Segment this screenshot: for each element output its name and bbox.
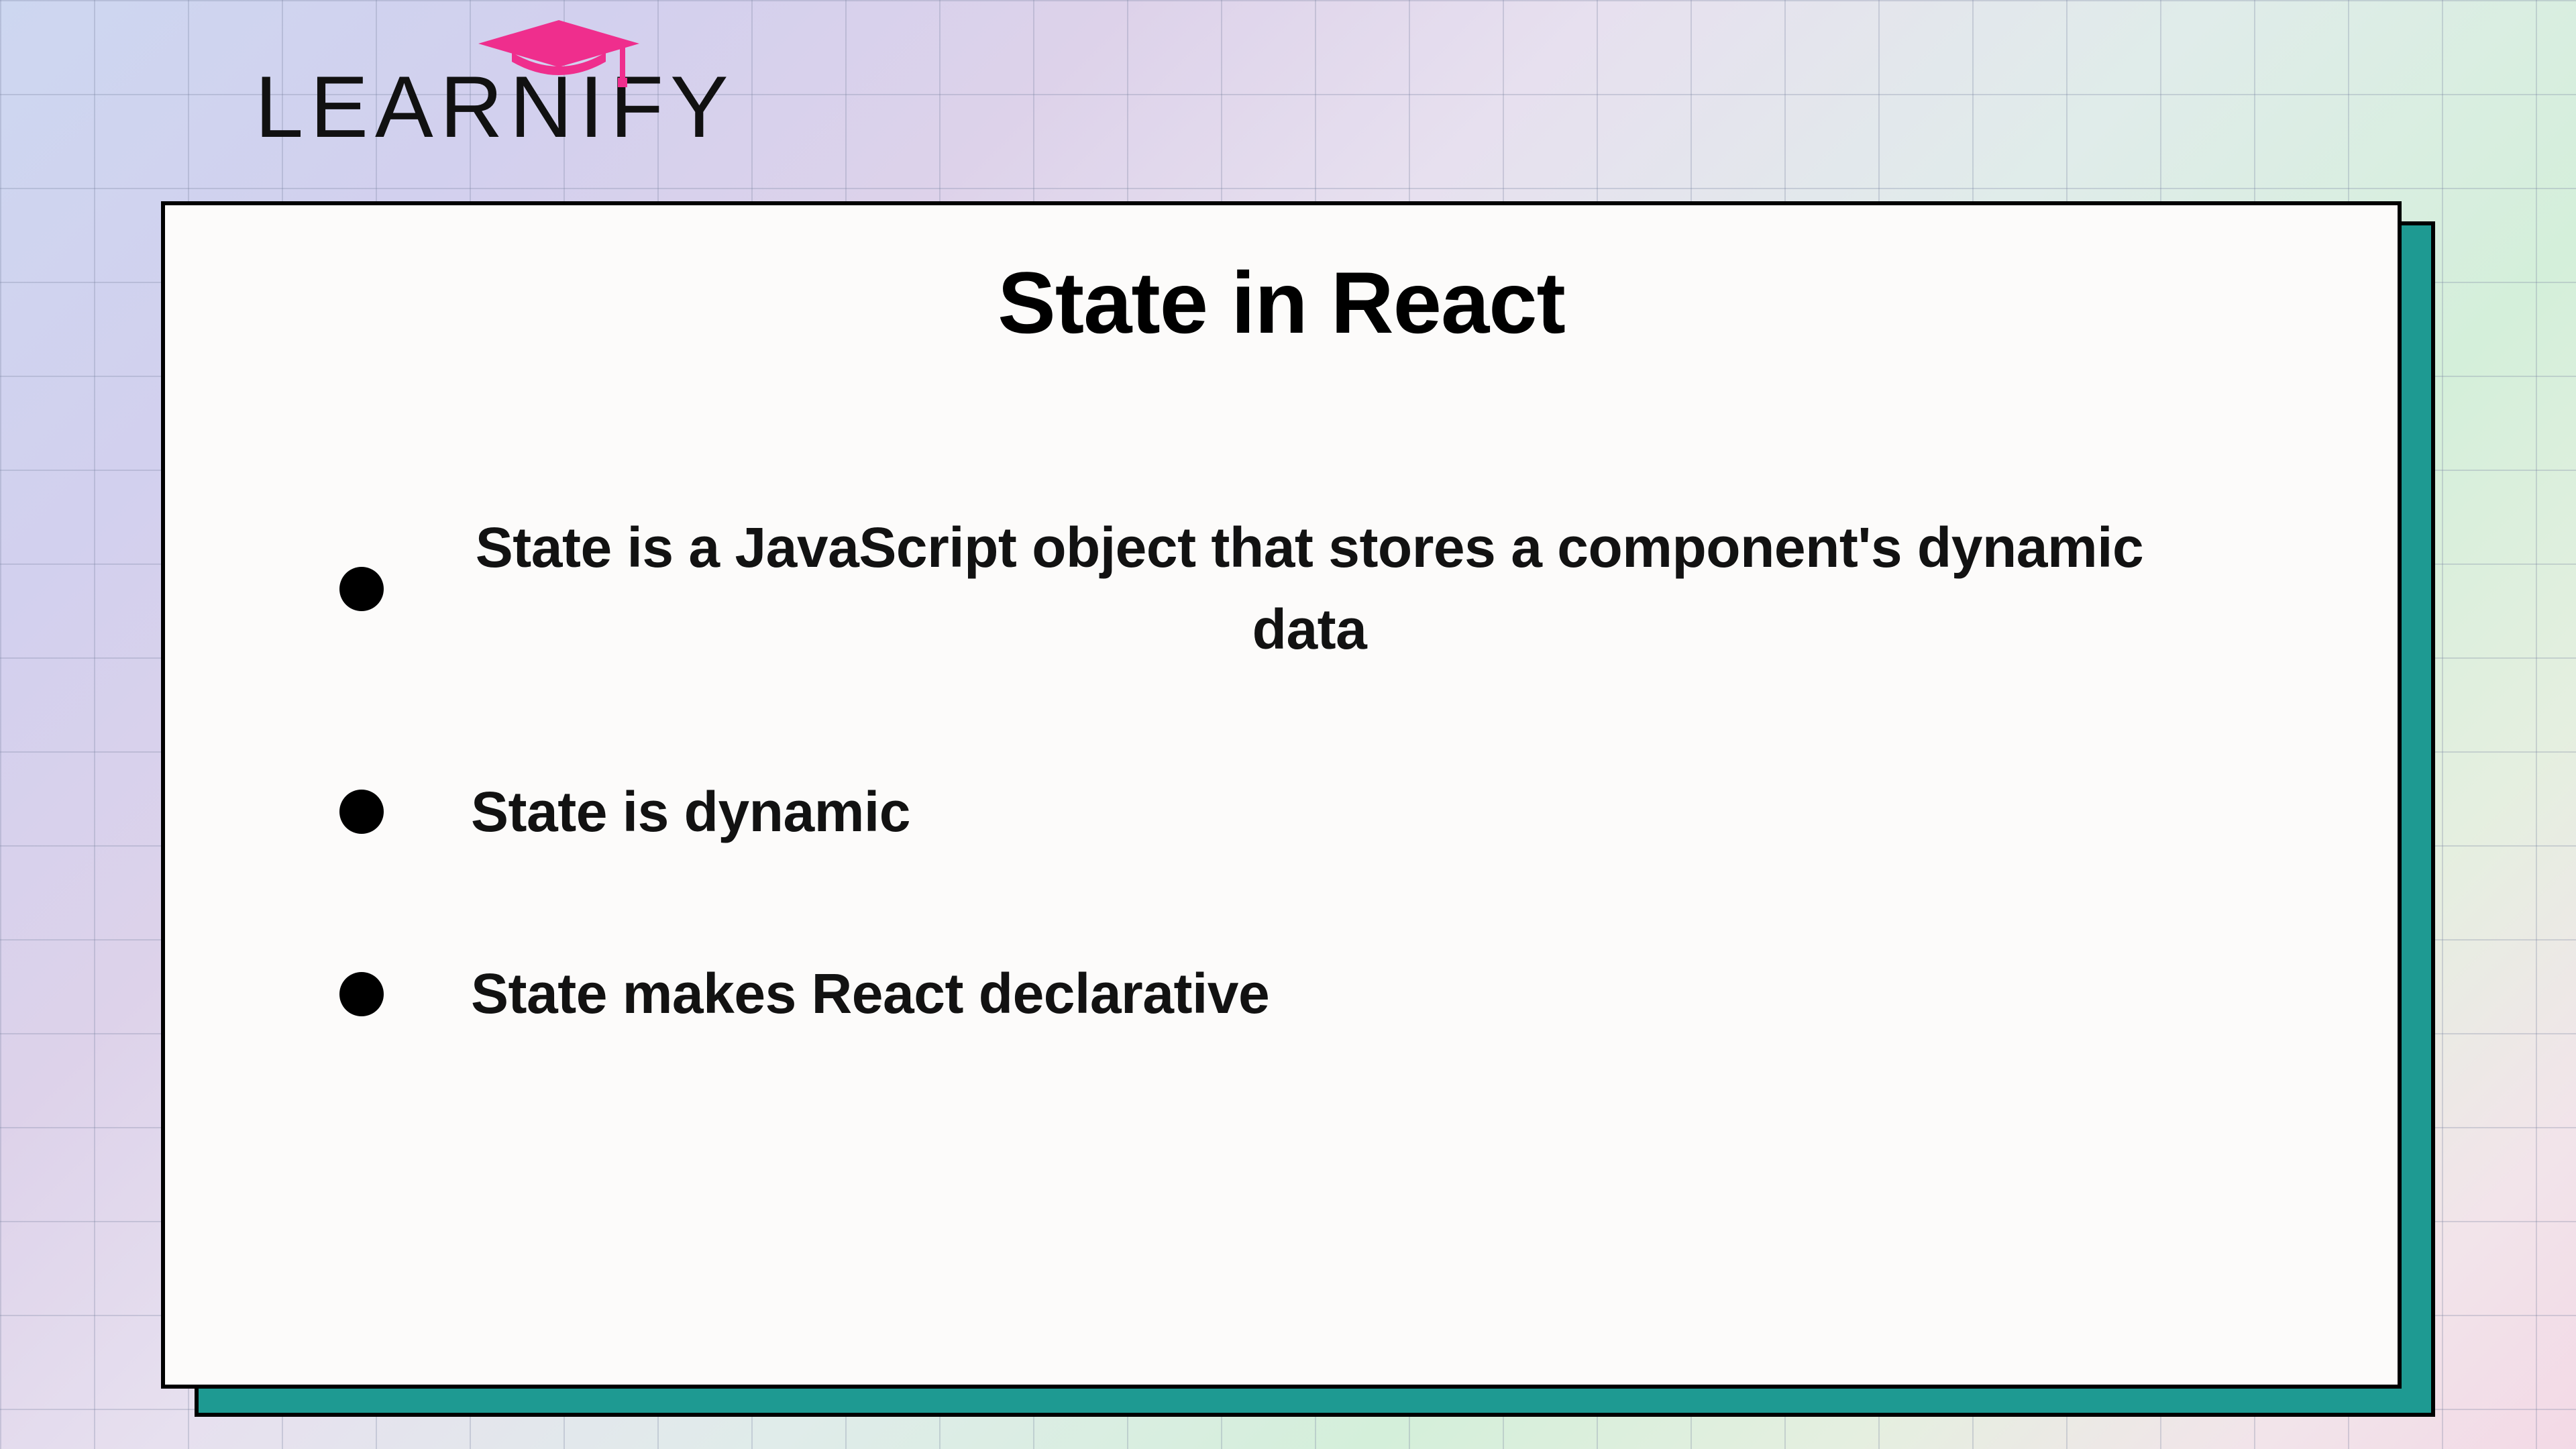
bullet-dot-icon (339, 972, 384, 1016)
bullet-item: State is dynamic (339, 771, 2317, 853)
bullet-dot-icon (339, 567, 384, 611)
brand-logo: LEARNIFY (255, 13, 735, 150)
bullet-text: State is dynamic (471, 771, 910, 853)
graduation-cap-icon (472, 13, 646, 87)
bullet-item: State makes React declarative (339, 953, 2317, 1035)
bullet-text: State is a JavaScript object that stores… (471, 507, 2148, 671)
slide-card: State in React State is a JavaScript obj… (161, 201, 2402, 1389)
bullet-dot-icon (339, 790, 384, 834)
slide-title: State in React (246, 252, 2317, 353)
bullet-text: State makes React declarative (471, 953, 1269, 1035)
bullet-item: State is a JavaScript object that stores… (339, 507, 2317, 671)
bullet-list: State is a JavaScript object that stores… (246, 507, 2317, 1035)
